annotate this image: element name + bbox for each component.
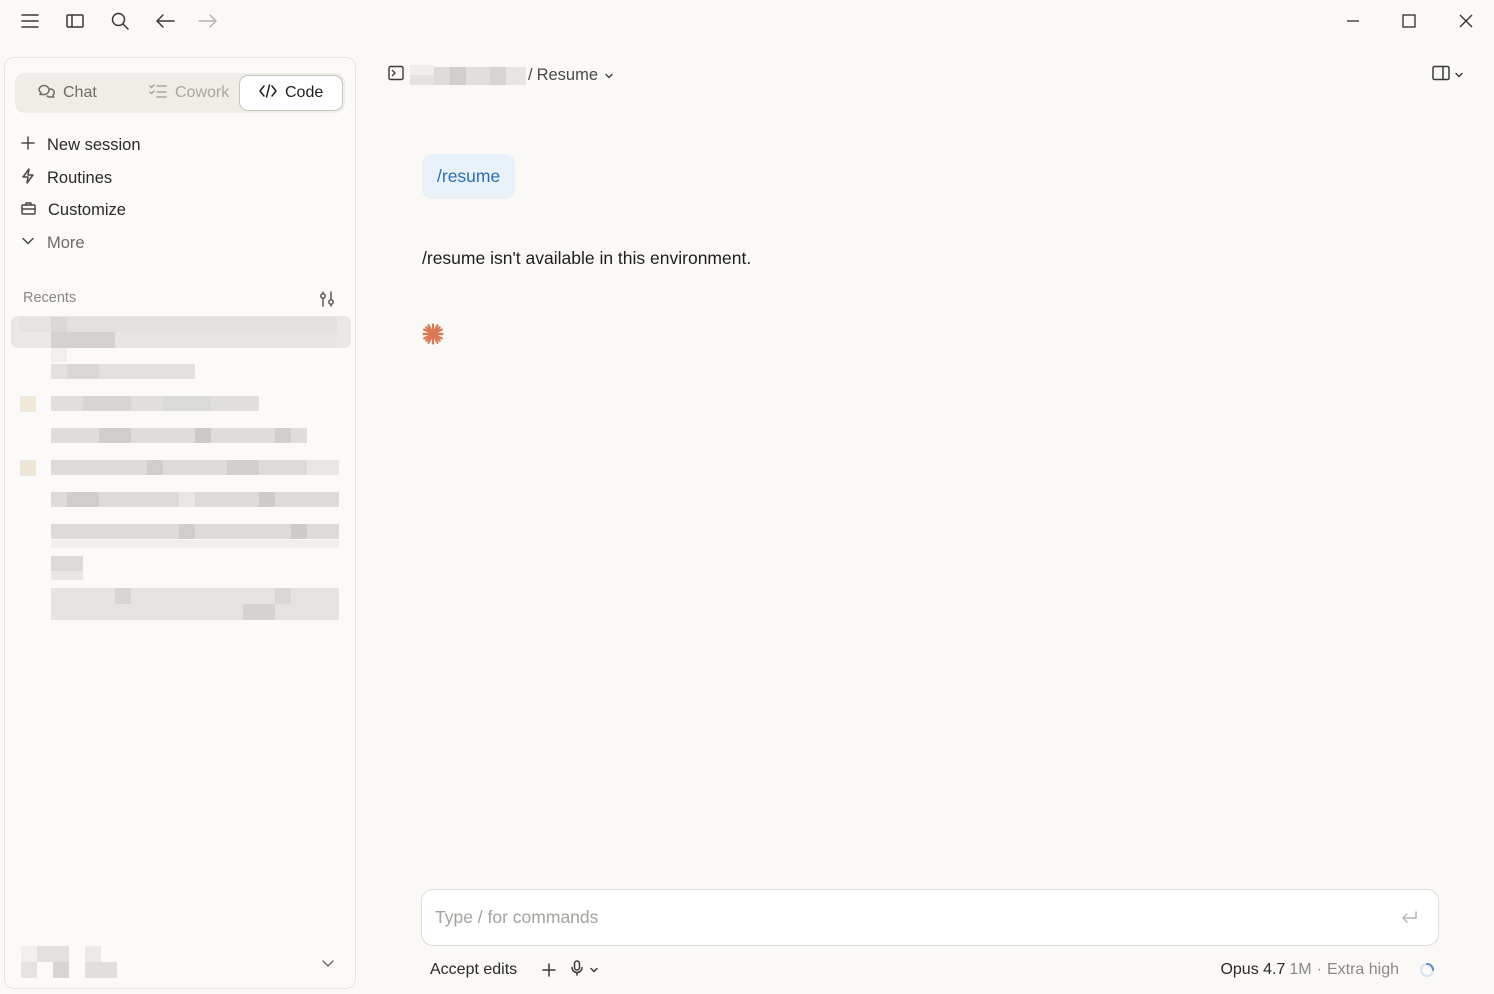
lightning-icon	[21, 167, 35, 189]
sidebar: Chat Cowork Code New session Routines Cu…	[4, 57, 356, 989]
terminal-icon	[388, 65, 404, 86]
plus-icon	[21, 135, 35, 155]
customize-button[interactable]: Customize	[21, 196, 126, 224]
session-title: Resume	[536, 65, 599, 84]
checklist-icon	[149, 83, 167, 104]
account-menu[interactable]	[17, 942, 345, 982]
mode-switch: Chat Cowork Code	[15, 73, 345, 113]
forward-arrow-icon[interactable]	[194, 8, 222, 34]
loading-spinner-icon	[1419, 962, 1435, 978]
code-brackets-icon	[259, 83, 277, 104]
recent-session-item[interactable]	[11, 348, 351, 380]
side-panel-icon	[1432, 65, 1450, 86]
breadcrumb: / Resume	[388, 62, 614, 88]
filter-sliders-icon[interactable]	[316, 289, 338, 309]
microphone-icon	[571, 959, 583, 981]
session-title-dropdown[interactable]: Resume	[537, 66, 614, 85]
recent-session-item[interactable]	[11, 316, 351, 348]
chevron-down-icon	[604, 66, 614, 85]
claude-spark-icon	[421, 322, 445, 346]
more-button[interactable]: More	[21, 229, 85, 257]
plus-icon[interactable]	[539, 960, 559, 980]
maximize-icon[interactable]	[1389, 6, 1429, 36]
minimize-icon[interactable]	[1333, 6, 1373, 36]
recent-session-item[interactable]	[11, 548, 351, 580]
model-context: 1M	[1289, 961, 1312, 978]
mode-chat-label: Chat	[63, 84, 97, 101]
recent-session-item[interactable]	[11, 388, 351, 420]
recent-session-item[interactable]	[11, 420, 351, 452]
command-input[interactable]	[435, 890, 1385, 945]
model-selector[interactable]: Opus 4.7 1M · Extra high	[1220, 957, 1399, 983]
model-separator: ·	[1316, 961, 1322, 978]
new-session-label: New session	[47, 135, 141, 154]
breadcrumb-separator: /	[528, 65, 533, 84]
chat-bubbles-icon	[37, 83, 55, 104]
project-name[interactable]	[410, 65, 526, 85]
chevron-down-icon	[21, 234, 35, 253]
model-name: Opus 4.7	[1220, 961, 1286, 978]
customize-label: Customize	[48, 200, 126, 219]
chevron-down-icon	[321, 956, 335, 974]
mode-chat-button[interactable]: Chat	[17, 75, 127, 111]
routines-label: Routines	[47, 168, 113, 187]
menu-icon[interactable]	[16, 8, 44, 34]
recent-session-item[interactable]	[11, 588, 351, 620]
routines-button[interactable]: Routines	[21, 164, 112, 192]
chevron-down-icon	[589, 961, 599, 979]
user-message: /resume	[422, 154, 516, 199]
new-session-button[interactable]: New session	[21, 131, 141, 159]
title-bar	[0, 0, 1494, 42]
panel-toggle-button[interactable]	[1432, 62, 1470, 88]
close-icon[interactable]	[1446, 6, 1486, 36]
back-arrow-icon[interactable]	[151, 8, 179, 34]
composer-toolbar: Accept edits Opus 4.7 1M · Extra high	[421, 957, 1439, 983]
recent-session-item[interactable]	[11, 484, 351, 516]
effort-level: Extra high	[1326, 961, 1399, 978]
recents-label: Recents	[23, 290, 77, 306]
voice-input-button[interactable]	[571, 959, 611, 981]
assistant-message: /resume isn't available in this environm…	[422, 248, 752, 268]
accept-edits-button[interactable]: Accept edits	[421, 957, 526, 983]
enter-return-icon[interactable]	[1398, 908, 1420, 928]
search-icon[interactable]	[106, 8, 134, 34]
chevron-down-icon	[1454, 66, 1464, 84]
mode-code-button[interactable]: Code	[239, 75, 343, 111]
briefcase-icon	[21, 201, 36, 220]
mode-code-label: Code	[285, 84, 324, 101]
more-label: More	[47, 233, 85, 252]
composer	[421, 889, 1439, 946]
mode-cowork-label: Cowork	[175, 84, 230, 101]
user-message-text: /resume	[437, 166, 501, 186]
mode-cowork-button[interactable]: Cowork	[129, 75, 239, 111]
recent-session-item[interactable]	[11, 452, 351, 484]
recent-session-item[interactable]	[11, 516, 351, 548]
sidebar-toggle-icon[interactable]	[61, 8, 89, 34]
